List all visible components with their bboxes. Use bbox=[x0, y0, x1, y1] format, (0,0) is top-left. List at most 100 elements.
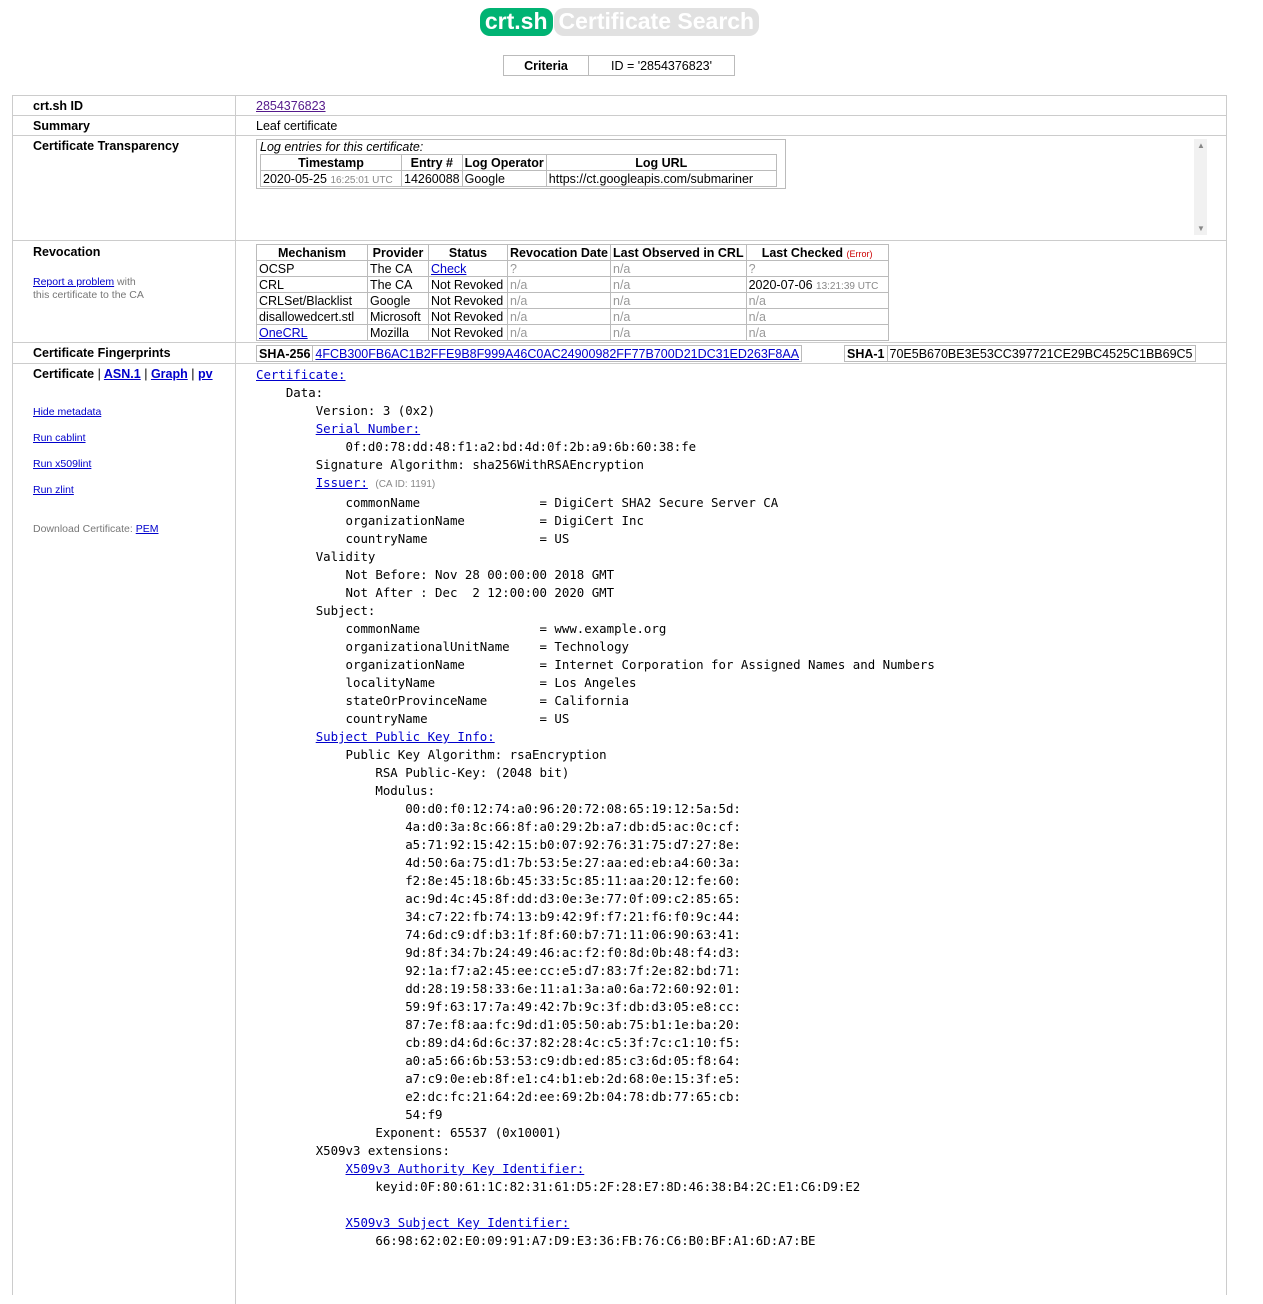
rev-header-last-checked: Last Checked (Error) bbox=[745, 244, 889, 261]
rev-mechanism: OneCRL bbox=[256, 324, 368, 341]
row-certificate-transparency: Certificate Transparency Log entries for… bbox=[13, 135, 1226, 241]
row-revocation: Revocation Report a problem with this ce… bbox=[13, 240, 1226, 343]
rev-status: Not Revoked bbox=[428, 292, 508, 309]
pv-link[interactable]: pv bbox=[198, 367, 213, 381]
revocation-label: Revocation bbox=[33, 245, 101, 259]
ct-entry-number: 14260088 bbox=[401, 170, 463, 187]
rev-header-provider: Provider bbox=[367, 244, 429, 261]
table-row: OneCRL Mozilla Not Revoked n/a n/a n/a bbox=[256, 324, 889, 341]
criteria-label: Criteria bbox=[503, 55, 589, 76]
rev-date: n/a bbox=[507, 324, 611, 341]
rev-mechanism: OCSP bbox=[256, 260, 368, 277]
rev-checked: n/a bbox=[745, 308, 889, 325]
authority-key-identifier-link[interactable]: X509v3 Authority Key Identifier: bbox=[346, 1161, 585, 1176]
report-problem-text: Report a problem with this certificate t… bbox=[33, 276, 144, 301]
revocation-table: Mechanism Provider Status Revocation Dat… bbox=[256, 244, 889, 341]
sha256-table: SHA-256 4FCB300FB6AC1B2FFE9B8F999A46C0AC… bbox=[255, 345, 803, 362]
rev-status: Not Revoked bbox=[428, 276, 508, 293]
table-row: CRLSet/Blacklist Google Not Revoked n/a … bbox=[256, 292, 889, 309]
sha256-value: 4FCB300FB6AC1B2FFE9B8F999A46C0AC24900982… bbox=[312, 345, 803, 362]
ct-header-entry: Entry # bbox=[401, 154, 463, 171]
serial-number-link[interactable]: Serial Number: bbox=[316, 421, 420, 436]
table-row: 2020-05-25 16:25:01 UTC 14260088 Google … bbox=[260, 170, 777, 187]
criteria-table: Criteria ID = '2854376823' bbox=[503, 55, 735, 76]
row-fingerprints: Certificate Fingerprints SHA-256 4FCB300… bbox=[13, 342, 1226, 364]
rev-provider: The CA bbox=[367, 276, 429, 293]
rev-provider: Microsoft bbox=[367, 308, 429, 325]
crtsh-id-label: crt.sh ID bbox=[33, 99, 84, 113]
rev-checked: n/a bbox=[745, 324, 889, 341]
subject-public-key-info-link[interactable]: Subject Public Key Info: bbox=[316, 729, 495, 744]
hide-metadata-link[interactable]: Hide metadata bbox=[33, 406, 101, 418]
ct-log-operator: Google bbox=[461, 170, 547, 187]
rev-date: n/a bbox=[507, 292, 611, 309]
ct-header-operator: Log Operator bbox=[461, 154, 547, 171]
certificate-asn1-link[interactable]: Certificate: bbox=[256, 367, 346, 382]
sha256-link[interactable]: 4FCB300FB6AC1B2FFE9B8F999A46C0AC24900982… bbox=[315, 347, 799, 361]
ct-log-url: https://ct.googleapis.com/submariner bbox=[545, 170, 777, 187]
ct-scroll-area[interactable]: Log entries for this certificate: Timest… bbox=[256, 139, 1207, 235]
sha256-label: SHA-256 bbox=[255, 345, 314, 362]
rev-checked: 2020-07-06 13:21:39 UTC bbox=[745, 276, 889, 293]
ct-header-url: Log URL bbox=[545, 154, 777, 171]
download-certificate: Download Certificate: PEM bbox=[33, 523, 159, 535]
ct-timestamp: 2020-05-25 16:25:01 UTC bbox=[260, 170, 402, 187]
table-row: CRL The CA Not Revoked n/a n/a 2020-07-0… bbox=[256, 276, 889, 293]
asn1-link[interactable]: ASN.1 bbox=[104, 367, 141, 381]
rev-mechanism: CRLSet/Blacklist bbox=[256, 292, 368, 309]
ct-header-timestamp: Timestamp bbox=[260, 154, 402, 171]
criteria-value: ID = '2854376823' bbox=[588, 55, 735, 76]
rev-header-mechanism: Mechanism bbox=[256, 244, 368, 261]
rev-checked: n/a bbox=[745, 292, 889, 309]
graph-link[interactable]: Graph bbox=[151, 367, 188, 381]
sha1-value: 70E5B670BE3E53CC397721CE29BC4525C1BB69C5 bbox=[886, 345, 1196, 362]
ct-caption: Log entries for this certificate: bbox=[260, 140, 424, 154]
header: crt.sh Certificate Search bbox=[0, 8, 1239, 36]
table-row: disallowedcert.stl Microsoft Not Revoked… bbox=[256, 308, 889, 325]
crtsh-id-link[interactable]: 2854376823 bbox=[256, 99, 326, 113]
rev-status: Not Revoked bbox=[428, 308, 508, 325]
rev-date: ? bbox=[507, 260, 611, 277]
table-row: OCSP The CA Check ? n/a ? bbox=[256, 260, 889, 277]
rev-provider: The CA bbox=[367, 260, 429, 277]
issuer-link[interactable]: Issuer: bbox=[316, 475, 368, 490]
certificate-text: Certificate: Data: Version: 3 (0x2) Seri… bbox=[256, 367, 935, 1248]
sha1-label: SHA-1 bbox=[844, 345, 888, 362]
summary-value: Leaf certificate bbox=[256, 119, 338, 133]
ct-log-entries: Log entries for this certificate: Timest… bbox=[256, 139, 786, 189]
rev-header-revocation-date: Revocation Date bbox=[507, 244, 611, 261]
rev-observed: n/a bbox=[610, 292, 747, 309]
rev-provider: Google bbox=[367, 292, 429, 309]
rev-header-last-observed: Last Observed in CRL bbox=[610, 244, 747, 261]
rev-observed: n/a bbox=[610, 276, 747, 293]
certificate-label: Certificate bbox=[33, 367, 95, 381]
crtsh-logo-link[interactable]: crt.sh bbox=[479, 8, 553, 36]
ct-label: Certificate Transparency bbox=[33, 139, 179, 153]
certificate-details-table: crt.sh ID 2854376823 Summary Leaf certif… bbox=[12, 95, 1227, 1304]
rev-mechanism: CRL bbox=[256, 276, 368, 293]
ocsp-check-link[interactable]: Check bbox=[431, 262, 466, 276]
certificate-search-title[interactable]: Certificate Search bbox=[553, 8, 760, 36]
summary-label: Summary bbox=[33, 119, 90, 133]
scroll-down-arrow-icon[interactable]: ▼ bbox=[1197, 224, 1205, 233]
row-crtsh-id: crt.sh ID 2854376823 bbox=[13, 95, 1226, 116]
rev-status: Not Revoked bbox=[428, 324, 508, 341]
run-x509lint-link[interactable]: Run x509lint bbox=[33, 458, 91, 470]
download-pem-link[interactable]: PEM bbox=[136, 523, 159, 535]
rev-date: n/a bbox=[507, 276, 611, 293]
rev-status: Check bbox=[428, 260, 508, 277]
subject-key-identifier-link[interactable]: X509v3 Subject Key Identifier: bbox=[346, 1215, 570, 1230]
run-cablint-link[interactable]: Run cablint bbox=[33, 432, 86, 444]
onecrl-link[interactable]: OneCRL bbox=[259, 326, 308, 340]
report-problem-link[interactable]: Report a problem bbox=[33, 276, 114, 288]
rev-provider: Mozilla bbox=[367, 324, 429, 341]
scroll-up-arrow-icon[interactable]: ▲ bbox=[1197, 141, 1205, 150]
row-summary: Summary Leaf certificate bbox=[13, 115, 1226, 136]
row-certificate: Certificate | ASN.1 | Graph | pv Hide me… bbox=[13, 363, 1226, 1304]
ct-scrollbar[interactable]: ▲ ▼ bbox=[1194, 139, 1207, 235]
fingerprints-label: Certificate Fingerprints bbox=[33, 346, 171, 360]
run-zlint-link[interactable]: Run zlint bbox=[33, 484, 74, 496]
rev-checked: ? bbox=[745, 260, 889, 277]
sha1-table: SHA-1 70E5B670BE3E53CC397721CE29BC4525C1… bbox=[844, 345, 1196, 362]
ct-table: Timestamp Entry # Log Operator Log URL 2… bbox=[260, 154, 777, 187]
